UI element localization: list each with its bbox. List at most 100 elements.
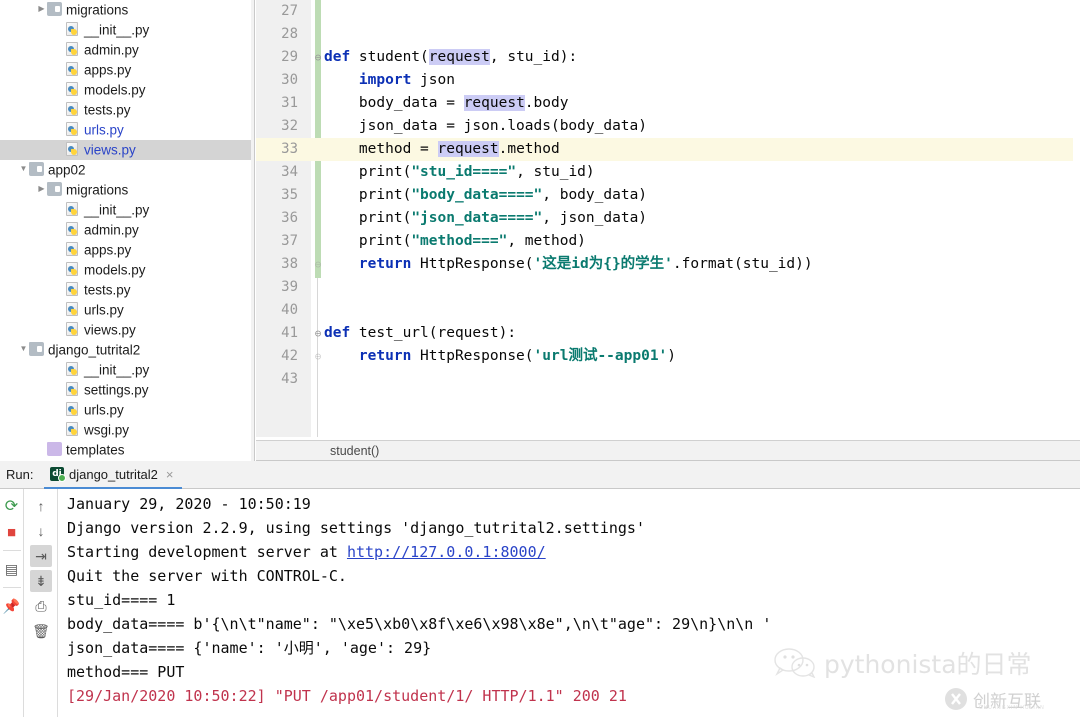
tree-item-urls-py[interactable]: urls.py — [0, 120, 251, 140]
code-line-text: print("json_data====", json_data) — [324, 207, 647, 230]
console-view-icon[interactable]: ▤ — [1, 558, 23, 580]
code-line[interactable]: 32 json_data = json.loads(body_data) — [256, 115, 1080, 138]
tree-item-views-py[interactable]: views.py — [0, 140, 251, 160]
code-line[interactable]: 40 — [256, 299, 1080, 322]
fold-region-end-icon[interactable]: ⊖ — [312, 345, 324, 368]
code-editor[interactable]: 27 28 29 ⊖ def student(request, stu_id): 30 i… — [256, 0, 1080, 437]
tree-item-label: django_tutrital2 — [48, 342, 141, 358]
tree-item-apps-py[interactable]: apps.py — [0, 60, 251, 80]
code-token: print( — [324, 210, 412, 226]
line-number: 37 — [281, 233, 298, 249]
chevron-right-icon[interactable]: ▶ — [36, 0, 47, 19]
run-toolbar-secondary[interactable]: ↑ ↓ ⇥ ⇟ ⎙ 🗑 — [25, 489, 58, 717]
python-file-icon — [66, 102, 78, 117]
tree-editor-divider[interactable] — [251, 0, 255, 461]
project-tree[interactable]: ▶ migrations __init__.py admin.py apps.py mod… — [0, 0, 251, 461]
tree-item-migrations[interactable]: ▶ migrations — [0, 0, 251, 20]
code-line[interactable]: 39 — [256, 276, 1080, 299]
tree-item-label: apps.py — [84, 62, 132, 78]
tree-item-label: settings.py — [84, 382, 149, 398]
folder-icon — [47, 2, 62, 17]
scroll-to-end-icon[interactable]: ⇟ — [30, 570, 52, 592]
tree-item-label: urls.py — [84, 402, 124, 418]
python-file-icon — [66, 42, 78, 57]
tree-item-app02[interactable]: ▼ app02 — [0, 160, 251, 180]
code-token: , body_data) — [542, 187, 648, 203]
run-console-output[interactable]: January 29, 2020 - 10:50:19 Django versio… — [59, 489, 1080, 717]
code-line[interactable]: 43 — [256, 368, 1080, 391]
code-keyword: return — [358, 348, 421, 364]
code-line[interactable]: 38 ⊖ return HttpResponse('这是id为{}的学生'.for… — [256, 253, 1080, 276]
tree-item--init-py[interactable]: __init__.py — [0, 20, 251, 40]
tree-item-urls-py[interactable]: urls.py — [0, 400, 251, 420]
code-line[interactable]: 33 method = request.method — [256, 138, 1080, 161]
tree-item-models-py[interactable]: models.py — [0, 80, 251, 100]
code-token: .method — [498, 141, 560, 157]
scroll-up-icon[interactable]: ↑ — [30, 495, 52, 517]
code-line[interactable]: 30 import json — [256, 69, 1080, 92]
tree-item-wsgi-py[interactable]: wsgi.py — [0, 420, 251, 440]
python-file-icon — [66, 282, 78, 297]
tree-item-django-tutrital2[interactable]: ▼ django_tutrital2 — [0, 340, 251, 360]
code-string: "method===" — [411, 233, 508, 249]
tree-item--init-py[interactable]: __init__.py — [0, 360, 251, 380]
rerun-icon[interactable]: ⟳ — [1, 495, 23, 517]
tree-item-label: views.py — [84, 142, 136, 158]
tree-item-settings-py[interactable]: settings.py — [0, 380, 251, 400]
tree-item-tests-py[interactable]: tests.py — [0, 280, 251, 300]
line-number: 36 — [281, 210, 298, 226]
server-url-link[interactable]: http://127.0.0.1:8000/ — [347, 543, 546, 561]
fold-region-end-icon[interactable]: ⊖ — [312, 253, 324, 276]
print-icon[interactable]: ⎙ — [30, 595, 52, 617]
chevron-down-icon[interactable]: ▼ — [18, 339, 29, 359]
tree-item-tests-py[interactable]: tests.py — [0, 100, 251, 120]
pin-icon[interactable]: 📌 — [1, 595, 23, 617]
clear-all-icon[interactable]: 🗑 — [30, 620, 52, 642]
breadcrumb[interactable]: student() — [256, 440, 1080, 461]
code-highlighted-identifier: request — [437, 141, 499, 157]
chevron-right-icon[interactable]: ▶ — [36, 179, 47, 199]
run-tab-django[interactable]: dj django_tutrital2 × — [44, 461, 182, 489]
code-line[interactable]: 36 print("json_data====", json_data) — [256, 207, 1080, 230]
code-line[interactable]: 31 body_data = request.body — [256, 92, 1080, 115]
chevron-down-icon[interactable]: ▼ — [18, 159, 29, 179]
tree-item-urls-py[interactable]: urls.py — [0, 300, 251, 320]
code-line[interactable]: 29 ⊖ def student(request, stu_id): — [256, 46, 1080, 69]
code-token: student( — [358, 49, 429, 65]
scroll-down-icon[interactable]: ↓ — [30, 520, 52, 542]
breadcrumb-function[interactable]: student() — [330, 441, 379, 462]
run-tab-label: django_tutrital2 — [69, 466, 158, 482]
run-toolbar-primary[interactable]: ⟳ ■ ▤ 📌 — [0, 489, 24, 717]
code-line[interactable]: 27 — [256, 0, 1080, 23]
code-line[interactable]: 34 print("stu_id====", stu_id) — [256, 161, 1080, 184]
tree-item-templates[interactable]: templates — [0, 440, 251, 460]
ide-window: ▶ migrations __init__.py admin.py apps.py mod… — [0, 0, 1080, 717]
run-window-label: Run: — [6, 467, 34, 482]
tree-item-models-py[interactable]: models.py — [0, 260, 251, 280]
tree-item-views-py[interactable]: views.py — [0, 320, 251, 340]
tree-item-label: __init__.py — [84, 22, 150, 38]
fold-collapse-icon[interactable]: ⊖ — [312, 46, 324, 69]
editor-area: ▶ migrations __init__.py admin.py apps.py mod… — [0, 0, 1080, 461]
code-string: "stu_id====" — [411, 164, 517, 180]
stop-icon[interactable]: ■ — [1, 521, 23, 543]
soft-wrap-icon[interactable]: ⇥ — [30, 545, 52, 567]
code-keyword: def — [324, 325, 359, 341]
tree-item-apps-py[interactable]: apps.py — [0, 240, 251, 260]
code-line[interactable]: 35 print("body_data====", body_data) — [256, 184, 1080, 207]
code-line[interactable]: 42 ⊖ return HttpResponse('url测试--app01') — [256, 345, 1080, 368]
python-file-icon — [66, 22, 78, 37]
code-line[interactable]: 37 print("method===", method) — [256, 230, 1080, 253]
fold-collapse-icon[interactable]: ⊖ — [312, 322, 324, 345]
tree-item-admin-py[interactable]: admin.py — [0, 40, 251, 60]
line-number: 41 — [281, 325, 298, 341]
code-line[interactable]: 41 ⊖ def test_url(request): — [256, 322, 1080, 345]
code-keyword: return — [358, 256, 421, 272]
close-icon[interactable]: × — [166, 467, 174, 482]
django-icon: dj — [50, 467, 66, 482]
code-line[interactable]: 28 — [256, 23, 1080, 46]
tree-item-migrations[interactable]: ▶ migrations — [0, 180, 251, 200]
tree-item-label: migrations — [66, 2, 129, 18]
tree-item-admin-py[interactable]: admin.py — [0, 220, 251, 240]
tree-item--init-py[interactable]: __init__.py — [0, 200, 251, 220]
